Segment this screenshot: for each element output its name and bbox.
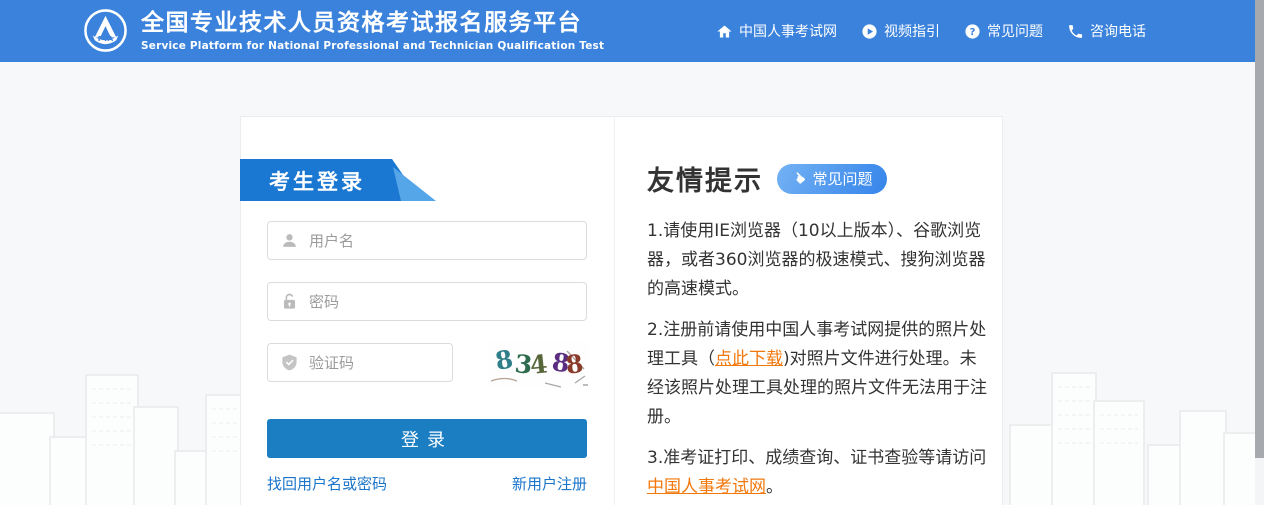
svg-text:8: 8 <box>493 344 515 376</box>
login-links: 找回用户名或密码 新用户注册 <box>267 473 587 494</box>
tip-item: 3.准考证打印、成绩查询、证书查验等请访问中国人事考试网。 <box>647 444 992 502</box>
nav-china-personnel-exam-site[interactable]: 中国人事考试网 <box>716 21 837 41</box>
page: PTA 全国专业技术人员资格考试报名服务平台 Service Platform … <box>0 0 1264 505</box>
scrollbar-thumb[interactable] <box>1255 0 1264 458</box>
header-bar: PTA 全国专业技术人员资格考试报名服务平台 Service Platform … <box>0 0 1264 62</box>
password-input[interactable] <box>299 283 586 320</box>
tips-header: 友情提示 ☚ 常见问题 <box>647 159 887 198</box>
home-icon <box>716 23 733 40</box>
username-input[interactable] <box>299 222 586 259</box>
nav-label: 常见问题 <box>987 21 1043 41</box>
scrollbar-track[interactable] <box>1255 0 1264 505</box>
nav-label: 中国人事考试网 <box>739 21 837 41</box>
play-icon <box>861 23 878 40</box>
pointing-hand-icon: ☚ <box>789 168 809 188</box>
nav-label: 咨询电话 <box>1090 21 1146 41</box>
nav-video-guide[interactable]: 视频指引 <box>861 21 940 41</box>
login-panel-ribbon: 考生登录 <box>240 159 455 201</box>
username-field <box>267 221 587 260</box>
password-field <box>267 282 587 321</box>
top-nav: 中国人事考试网 视频指引 ? 常见问题 咨询电话 <box>716 0 1146 62</box>
logo-text: PTA <box>98 34 114 43</box>
svg-text:4: 4 <box>529 349 549 380</box>
lock-icon <box>280 292 299 311</box>
main-card: 考生登录 <box>240 116 1003 505</box>
tip-text: 3.准考证打印、成绩查询、证书查验等请访问 <box>647 448 986 468</box>
captcha-field <box>267 343 453 382</box>
shield-check-icon <box>280 353 299 372</box>
site-subtitle: Service Platform for National Profession… <box>141 40 604 52</box>
tip-link[interactable]: 点此下载 <box>715 349 783 369</box>
svg-text:?: ? <box>970 27 976 38</box>
pta-logo-icon: PTA <box>82 7 129 54</box>
tips-list: 1.请使用IE浏览器（10以上版本）、谷歌浏览器，或者360浏览器的极速模式、搜… <box>647 217 992 505</box>
login-button[interactable]: 登录 <box>267 419 587 458</box>
brand: PTA 全国专业技术人员资格考试报名服务平台 Service Platform … <box>82 7 604 54</box>
tip-text: 1.请使用IE浏览器（10以上版本）、谷歌浏览器，或者360浏览器的极速模式、搜… <box>647 221 985 299</box>
tips-title: 友情提示 <box>647 159 763 198</box>
svg-text:8: 8 <box>564 349 585 380</box>
tips-panel: 友情提示 ☚ 常见问题 1.请使用IE浏览器（10以上版本）、谷歌浏览器，或者3… <box>615 117 1003 505</box>
site-title: 全国专业技术人员资格考试报名服务平台 <box>141 10 604 36</box>
tip-text: 。 <box>766 477 783 497</box>
phone-icon <box>1067 23 1084 40</box>
question-icon: ? <box>964 23 981 40</box>
tip-item: 1.请使用IE浏览器（10以上版本）、谷歌浏览器，或者360浏览器的极速模式、搜… <box>647 217 992 304</box>
register-link[interactable]: 新用户注册 <box>512 473 587 494</box>
tip-link[interactable]: 中国人事考试网 <box>647 477 766 497</box>
nav-phone[interactable]: 咨询电话 <box>1067 21 1146 41</box>
nav-label: 视频指引 <box>884 21 940 41</box>
brand-text: 全国专业技术人员资格考试报名服务平台 Service Platform for … <box>141 10 604 52</box>
nav-faq[interactable]: ? 常见问题 <box>964 21 1043 41</box>
login-panel-title: 考生登录 <box>269 166 365 196</box>
faq-pill-button[interactable]: ☚ 常见问题 <box>777 164 887 194</box>
forgot-credentials-link[interactable]: 找回用户名或密码 <box>267 473 387 494</box>
captcha-input[interactable] <box>299 344 503 381</box>
tip-item: 2.注册前请使用中国人事考试网提供的照片处理工具（点此下载)对照片文件进行处理。… <box>647 316 992 432</box>
faq-pill-label: 常见问题 <box>812 168 872 189</box>
captcha-image[interactable]: 83488 <box>487 341 589 388</box>
user-icon <box>280 231 299 250</box>
